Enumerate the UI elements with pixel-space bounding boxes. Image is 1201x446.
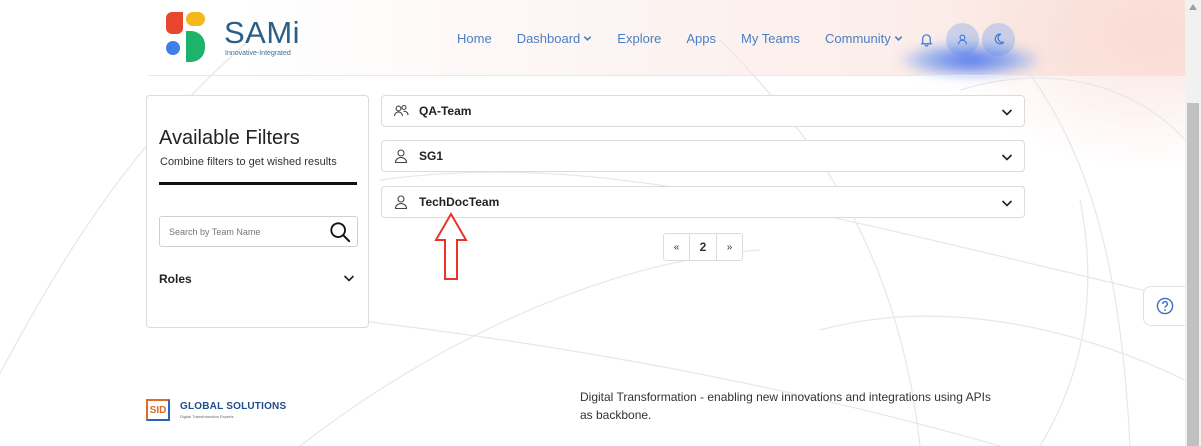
nav-dashboard-label: Dashboard <box>516 30 581 46</box>
nav-apps[interactable]: Apps <box>686 31 716 46</box>
header-divider <box>148 75 1044 76</box>
team-item-techdocteam[interactable]: TechDocTeam <box>381 186 1025 218</box>
nav-explore[interactable]: Explore <box>617 31 661 46</box>
brand-tagline: Innovative-Integrated <box>225 50 291 57</box>
nav-home[interactable]: Home <box>457 31 492 46</box>
pagination-current-page[interactable]: 2 <box>690 233 717 261</box>
filters-subtitle: Combine filters to get wished results <box>160 156 337 168</box>
nav-highlight-blob <box>900 42 1040 78</box>
chevron-down-icon[interactable] <box>1001 151 1013 163</box>
main-nav: Home Dashboard Explore Apps My Teams Com… <box>457 28 928 48</box>
team-name: TechDocTeam <box>419 195 500 209</box>
sami-logo[interactable]: SAMi Innovative-Integrated <box>164 11 314 65</box>
page-scrollbar[interactable] <box>1185 0 1201 446</box>
logo-dot-green <box>186 31 205 62</box>
nav-explore-label: Explore <box>617 30 662 46</box>
sid-company-name: GLOBAL SOLUTIONS <box>180 401 287 412</box>
logo-dot-yellow <box>186 12 205 26</box>
top-header: SAMi Innovative-Integrated Home Dashboar… <box>0 0 1185 78</box>
chevron-down-icon <box>584 35 592 41</box>
sid-global-solutions-logo: SID GLOBAL SOLUTIONS Digital Transformat… <box>146 396 286 426</box>
chevron-down-icon[interactable] <box>343 272 355 284</box>
user-icon <box>394 195 408 210</box>
filters-panel: Available Filters Combine filters to get… <box>146 95 369 328</box>
scroll-up-arrow-icon[interactable] <box>1189 4 1197 10</box>
search-icon[interactable] <box>329 221 351 243</box>
team-search-box <box>159 216 358 247</box>
scrollbar-thumb[interactable] <box>1187 103 1199 446</box>
footer-description: Digital Transformation - enabling new in… <box>580 390 991 422</box>
chevron-down-icon[interactable] <box>1001 197 1013 209</box>
brand-name: SAMi <box>224 15 301 50</box>
nav-dashboard[interactable]: Dashboard <box>517 31 593 46</box>
nav-home-label: Home <box>457 30 492 46</box>
pagination-prev-button[interactable]: « <box>663 233 690 261</box>
team-search-input[interactable] <box>160 217 320 246</box>
team-item-sg1[interactable]: SG1 <box>381 140 1025 172</box>
team-name: SG1 <box>419 149 444 163</box>
annotation-arrow-up-icon <box>434 212 468 280</box>
filters-divider <box>159 182 357 185</box>
nav-community-label: Community <box>825 30 891 46</box>
pagination: « 2 » <box>663 233 743 261</box>
help-button[interactable] <box>1143 286 1185 326</box>
filters-title: Available Filters <box>159 127 300 149</box>
sid-logo-mark: SID <box>146 399 170 421</box>
roles-filter-label[interactable]: Roles <box>159 272 192 286</box>
logo-dot-red <box>166 12 183 34</box>
nav-community[interactable]: Community <box>825 31 903 46</box>
nav-apps-label: Apps <box>686 30 717 46</box>
user-icon <box>394 149 408 164</box>
pagination-next-button[interactable]: » <box>717 233 743 261</box>
logo-dot-blue <box>166 41 180 55</box>
team-name: QA-Team <box>419 104 472 118</box>
question-icon <box>1156 297 1173 315</box>
nav-my-teams[interactable]: My Teams <box>741 31 800 46</box>
sid-company-tagline: Digital Transformation Experts <box>180 414 234 419</box>
team-item-qa-team[interactable]: QA-Team <box>381 95 1025 127</box>
chevron-down-icon[interactable] <box>1001 106 1013 118</box>
users-icon <box>393 104 409 117</box>
nav-my-teams-label: My Teams <box>741 30 801 46</box>
